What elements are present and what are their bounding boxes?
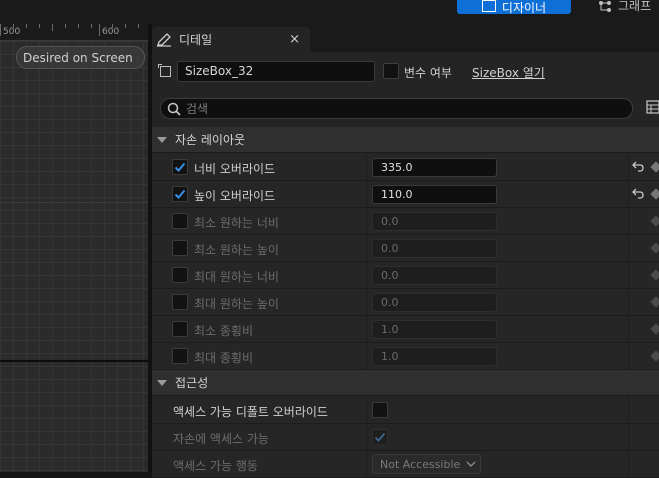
keyframe-icon[interactable] bbox=[650, 161, 659, 173]
prop-row-width-override: 너비 오버라이드 335.0 bbox=[152, 154, 659, 181]
reset-to-default-icon[interactable] bbox=[632, 161, 644, 172]
section-header-child-layout[interactable]: 자손 레이아웃 bbox=[152, 127, 659, 153]
prop-label: 최소 종횡비 bbox=[194, 324, 254, 338]
children-accessible-checkbox[interactable] bbox=[372, 429, 388, 445]
dropdown-value: Not Accessible bbox=[380, 457, 461, 471]
section-title: 접근성 bbox=[175, 376, 209, 390]
prop-label: 자손에 액세스 가능 bbox=[173, 432, 269, 446]
screen-size-label: Desired on Screen bbox=[23, 50, 133, 65]
keyframe-icon[interactable] bbox=[650, 296, 659, 308]
prop-row-max-desired-width: 최대 원하는 너비 0.0 bbox=[152, 262, 659, 289]
width-override-input[interactable]: 335.0 bbox=[372, 158, 497, 177]
prop-row-min-desired-height: 최소 원하는 높이 0.0 bbox=[152, 235, 659, 262]
prop-row-min-aspect-ratio: 최소 종횡비 1.0 bbox=[152, 316, 659, 343]
chevron-down-icon bbox=[466, 461, 476, 467]
prop-row-height-override: 높이 오버라이드 110.0 bbox=[152, 181, 659, 208]
prop-label: 최소 원하는 높이 bbox=[194, 243, 279, 257]
ruler-label-500: 500 bbox=[3, 27, 21, 37]
search-icon bbox=[167, 102, 181, 116]
min-desired-width-checkbox[interactable] bbox=[172, 213, 188, 229]
prop-row-min-desired-width: 최소 원하는 너비 0.0 bbox=[152, 208, 659, 235]
open-sizebox-link[interactable]: SizeBox 열기 bbox=[472, 64, 545, 81]
reset-to-default-icon[interactable] bbox=[632, 188, 644, 199]
top-toolbar: 디자이너 그래프 bbox=[0, 0, 659, 24]
checkmark-icon bbox=[174, 162, 186, 172]
tab-title: 디테일 bbox=[179, 33, 213, 47]
widget-name-input[interactable]: SizeBox_32 bbox=[177, 61, 375, 82]
prop-row-children-accessible: 자손에 액세스 가능 bbox=[152, 424, 659, 451]
sizebox-icon bbox=[158, 64, 171, 77]
prop-label: 높이 오버라이드 bbox=[194, 189, 276, 203]
checkmark-icon bbox=[374, 432, 386, 442]
prop-label: 최대 종횡비 bbox=[194, 351, 254, 365]
graph-mode-button[interactable]: 그래프 bbox=[598, 0, 651, 14]
width-override-checkbox[interactable] bbox=[172, 159, 188, 175]
is-variable-checkbox[interactable] bbox=[383, 63, 399, 79]
override-accessible-defaults-checkbox[interactable] bbox=[372, 402, 388, 418]
ruler-label-600: 600 bbox=[102, 27, 120, 37]
keyframe-icon[interactable] bbox=[650, 188, 659, 200]
widget-edge-line bbox=[0, 202, 148, 203]
prop-row-accessible-behavior: 액세스 가능 행동 Not Accessible bbox=[152, 451, 659, 478]
min-desired-width-input[interactable]: 0.0 bbox=[372, 212, 497, 231]
min-desired-height-checkbox[interactable] bbox=[172, 240, 188, 256]
details-panel: 디테일 × SizeBox_32 변수 여부 SizeBox 열기 검색 자손 … bbox=[152, 24, 659, 478]
prop-label: 최대 원하는 높이 bbox=[194, 297, 279, 311]
designer-icon bbox=[481, 0, 496, 12]
accessible-behavior-dropdown[interactable]: Not Accessible bbox=[372, 454, 481, 474]
prop-label: 최대 원하는 너비 bbox=[194, 270, 279, 284]
min-aspect-ratio-input[interactable]: 1.0 bbox=[372, 320, 497, 339]
canvas-grid[interactable] bbox=[0, 41, 148, 472]
keyframe-icon[interactable] bbox=[650, 350, 659, 362]
close-icon[interactable]: × bbox=[289, 32, 300, 47]
prop-label: 액세스 가능 행동 bbox=[173, 459, 258, 473]
designer-mode-button[interactable]: 디자이너 bbox=[457, 0, 571, 14]
horizontal-ruler: 500 600 bbox=[0, 24, 148, 41]
height-override-checkbox[interactable] bbox=[172, 186, 188, 202]
prop-row-max-aspect-ratio: 최대 종횡비 1.0 bbox=[152, 343, 659, 370]
designer-viewport[interactable]: 500 600 Desired on Screen bbox=[0, 24, 148, 472]
prop-label: 최소 원하는 너비 bbox=[194, 216, 279, 230]
min-aspect-ratio-checkbox[interactable] bbox=[172, 321, 188, 337]
screen-size-dropdown[interactable]: Desired on Screen bbox=[16, 46, 145, 69]
keyframe-icon[interactable] bbox=[650, 269, 659, 281]
search-placeholder: 검색 bbox=[186, 102, 209, 116]
keyframe-icon[interactable] bbox=[650, 323, 659, 335]
collapse-arrow-icon bbox=[157, 379, 167, 386]
max-desired-width-input[interactable]: 0.0 bbox=[372, 266, 497, 285]
section-header-accessibility[interactable]: 접근성 bbox=[152, 370, 659, 396]
max-aspect-ratio-checkbox[interactable] bbox=[172, 348, 188, 364]
prop-label: 액세스 가능 디폴트 오버라이드 bbox=[173, 405, 328, 419]
pencil-icon bbox=[157, 32, 171, 47]
widget-name-row: SizeBox_32 변수 여부 SizeBox 열기 bbox=[152, 56, 659, 86]
keyframe-icon[interactable] bbox=[650, 215, 659, 227]
max-desired-width-checkbox[interactable] bbox=[172, 267, 188, 283]
max-desired-height-input[interactable]: 0.0 bbox=[372, 293, 497, 312]
property-matrix-icon[interactable] bbox=[646, 100, 659, 114]
graph-label: 그래프 bbox=[618, 0, 652, 13]
graph-icon bbox=[599, 1, 611, 12]
keyframe-icon[interactable] bbox=[650, 242, 659, 254]
details-search-input[interactable]: 검색 bbox=[160, 98, 633, 119]
chevron-down-icon bbox=[136, 57, 138, 58]
prop-row-override-accessible-defaults: 액세스 가능 디폴트 오버라이드 bbox=[152, 397, 659, 424]
collapse-arrow-icon bbox=[157, 136, 167, 143]
prop-row-max-desired-height: 최대 원하는 높이 0.0 bbox=[152, 289, 659, 316]
tab-bar: 디테일 × bbox=[152, 24, 659, 52]
checkmark-icon bbox=[174, 189, 186, 199]
tab-details[interactable]: 디테일 × bbox=[152, 27, 310, 52]
max-aspect-ratio-input[interactable]: 1.0 bbox=[372, 347, 497, 366]
section-title: 자손 레이아웃 bbox=[175, 133, 246, 147]
max-desired-height-checkbox[interactable] bbox=[172, 294, 188, 310]
height-override-input[interactable]: 110.0 bbox=[372, 185, 497, 204]
is-variable-label: 변수 여부 bbox=[404, 66, 452, 80]
widget-edge-line bbox=[0, 360, 148, 362]
prop-label: 너비 오버라이드 bbox=[194, 162, 276, 176]
designer-label: 디자이너 bbox=[501, 1, 547, 14]
min-desired-height-input[interactable]: 0.0 bbox=[372, 239, 497, 258]
